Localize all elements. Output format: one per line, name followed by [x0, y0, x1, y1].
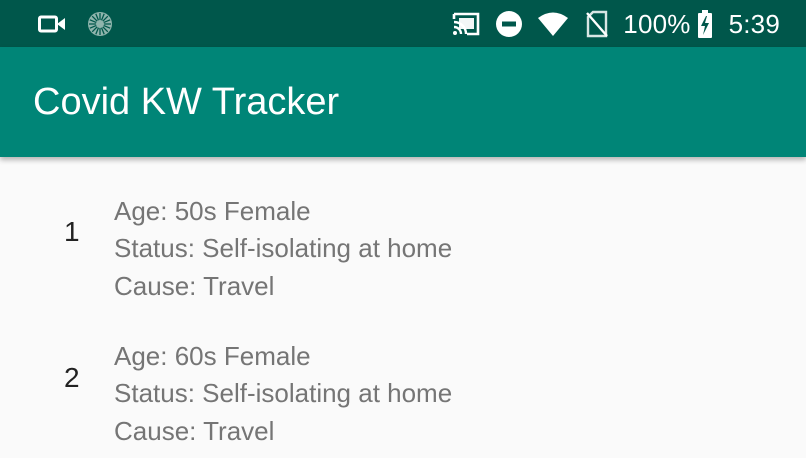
app-title: Covid KW Tracker	[33, 81, 340, 123]
battery-charging-icon	[697, 10, 713, 38]
case-cause: Cause: Travel	[114, 271, 275, 301]
clock: 5:39	[728, 8, 780, 39]
list-item[interactable]: 1 Age: 50s Female Status: Self-isolating…	[0, 157, 806, 301]
case-number: 2	[64, 362, 80, 393]
wifi-icon	[537, 11, 569, 37]
app-screen: 100% 5:39 Covid KW Tracker 1 Age: 50s Fe…	[0, 0, 806, 458]
case-status: Status: Self-isolating at home	[114, 378, 453, 408]
do-not-disturb-icon	[495, 10, 523, 38]
loading-spinner-icon	[86, 10, 114, 38]
no-sim-icon	[585, 10, 609, 38]
status-bar: 100% 5:39	[0, 0, 806, 47]
case-number: 1	[64, 216, 80, 247]
status-bar-right: 100% 5:39	[451, 8, 780, 40]
case-status: Status: Self-isolating at home	[114, 233, 453, 263]
list-item[interactable]: 2 Age: 60s Female Status: Self-isolating…	[0, 303, 806, 446]
case-age: Age: 60s Female	[114, 341, 311, 371]
case-age: Age: 50s Female	[114, 196, 311, 226]
video-camera-icon	[38, 14, 66, 34]
case-cause: Cause: Travel	[114, 416, 275, 446]
app-bar: Covid KW Tracker	[0, 47, 806, 157]
cast-icon	[451, 11, 481, 37]
battery-percentage: 100%	[623, 8, 691, 39]
status-bar-left	[38, 10, 114, 38]
